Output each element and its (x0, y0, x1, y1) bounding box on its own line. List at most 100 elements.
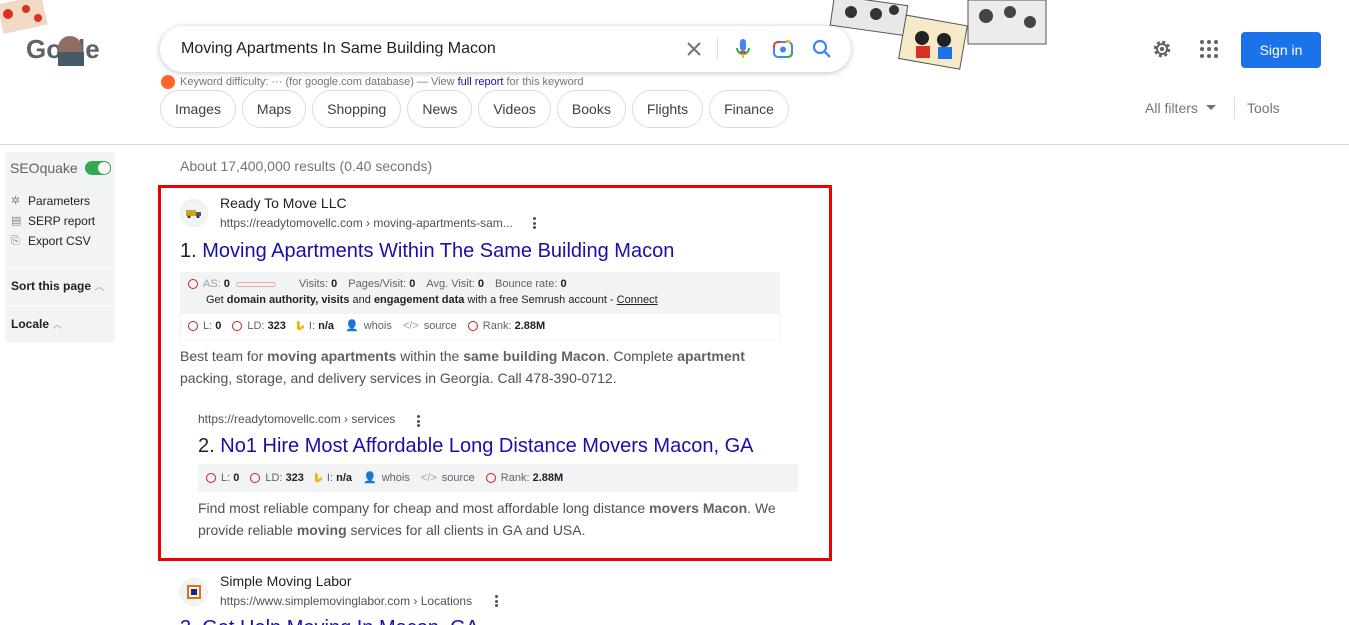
result-site-name[interactable]: Simple Moving Labor (220, 573, 352, 589)
tools-button[interactable]: Tools (1247, 100, 1280, 116)
result-site-name[interactable]: Ready To Move LLC (220, 195, 347, 211)
search-icon[interactable] (810, 37, 834, 61)
sort-this-page-toggle[interactable]: Sort this page ︿ (11, 278, 104, 293)
semrush-connect-line: Get domain authority, visits and engagem… (206, 294, 658, 306)
whois-link[interactable]: 👤 whois (363, 471, 410, 485)
locale-toggle[interactable]: Locale ︿ (11, 316, 62, 331)
person-icon: 👤 (345, 320, 359, 332)
code-icon: </> (402, 319, 419, 332)
google-doodle-logo[interactable]: Go le (0, 0, 120, 75)
tab-books[interactable]: Books (556, 90, 626, 128)
avg-visit-metric: Avg. Visit: 0 (426, 278, 485, 290)
kd-suffix: for this keyword (506, 76, 584, 88)
seoquake-metrics-bar: L: 0 LD: 323 I: n/a 👤 whois </> source Ran… (198, 464, 798, 492)
search-input[interactable]: Moving Apartments In Same Building Macon (181, 40, 496, 58)
doodle-illustrations (826, 0, 1056, 70)
all-filters-button[interactable]: All filters (1145, 100, 1216, 116)
chevron-up-icon: ︿ (52, 320, 63, 331)
search-divider (717, 38, 718, 60)
status-circle-icon (206, 472, 216, 483)
tab-news[interactable]: News (407, 90, 473, 128)
filters-divider (1234, 97, 1235, 119)
bing-icon (296, 320, 304, 331)
camera-icon[interactable] (771, 37, 795, 61)
tab-maps[interactable]: Maps (241, 90, 307, 128)
sign-in-button[interactable]: Sign in (1241, 32, 1321, 68)
gear-icon[interactable] (1150, 37, 1174, 61)
site-favicon[interactable] (180, 578, 208, 606)
export-icon: ⎘ (11, 234, 20, 247)
locale-label: Locale (11, 317, 50, 331)
result-snippet: Best team for moving apartments within t… (180, 348, 745, 386)
all-filters-label: All filters (1145, 100, 1198, 116)
serp-report-menu-item[interactable]: ▤ SERP report (11, 214, 95, 228)
site-favicon[interactable] (180, 199, 208, 227)
tab-images[interactable]: Images (160, 90, 236, 128)
sort-label: Sort this page (11, 279, 92, 293)
serp-report-label: SERP report (28, 214, 96, 228)
rank-metric[interactable]: Rank: 2.88M (467, 320, 545, 332)
rank-metric[interactable]: Rank: 2.88M (485, 472, 563, 484)
result-title-link[interactable]: 2. No1 Hire Most Affordable Long Distanc… (198, 435, 753, 458)
pages-visit-metric: Pages/Visit: 0 (348, 278, 416, 290)
result-title: Moving Apartments Within The Same Buildi… (202, 240, 675, 262)
visits-metric: Visits: 0 (298, 278, 338, 290)
connect-link[interactable]: Connect (617, 294, 658, 306)
l-metric[interactable]: L: 0 (188, 320, 221, 332)
search-tabs: Images Maps Shopping News Videos Books F… (160, 90, 789, 128)
source-link[interactable]: </> source (403, 320, 457, 332)
status-circle-icon (485, 472, 496, 483)
as-metric: AS: 0 (188, 278, 288, 290)
seoquake-toggle[interactable] (85, 161, 111, 175)
seoquake-panel: SEOquake ✲ Parameters ▤ SERP report ⎘ Ex… (5, 152, 115, 342)
tab-flights[interactable]: Flights (631, 90, 704, 128)
chevron-up-icon: ︿ (94, 282, 105, 293)
code-icon: </> (420, 471, 437, 484)
status-circle-icon (467, 320, 478, 331)
kd-prefix: Keyword difficulty: (180, 76, 269, 88)
apps-grid-icon[interactable] (1197, 37, 1221, 61)
bounce-rate-metric: Bounce rate: 0 (495, 278, 567, 290)
result-number: 1. (180, 240, 197, 262)
export-csv-menu-item[interactable]: ⎘ Export CSV (11, 234, 91, 248)
bing-index-metric[interactable]: I: n/a (314, 472, 352, 484)
svg-text:Go: Go (26, 34, 62, 64)
seoquake-title: SEOquake (10, 160, 78, 176)
tab-finance[interactable]: Finance (709, 90, 789, 128)
source-link[interactable]: </> source (421, 472, 475, 484)
result-snippet: Find most reliable company for cheap and… (198, 500, 776, 538)
result-title-link[interactable]: 3. Get Help Moving In Macon, GA (180, 617, 479, 625)
mic-icon[interactable] (731, 37, 755, 61)
ld-metric[interactable]: LD: 323 (250, 472, 304, 484)
result-url[interactable]: https://www.simplemovinglabor.com › Loca… (220, 594, 472, 608)
result-stats: About 17,400,000 results (0.40 seconds) (180, 158, 433, 174)
bing-index-metric[interactable]: I: n/a (296, 320, 334, 332)
more-options-icon[interactable] (412, 413, 424, 429)
kd-database: (for google.com database) — View (285, 76, 455, 88)
more-options-icon[interactable] (528, 215, 540, 231)
export-csv-label: Export CSV (28, 234, 91, 248)
status-circle-icon (188, 320, 198, 331)
result-url[interactable]: https://readytomovellc.com › moving-apar… (220, 216, 513, 230)
result-title: No1 Hire Most Affordable Long Distance M… (220, 435, 754, 457)
kd-value: ··· (271, 76, 283, 88)
tab-videos[interactable]: Videos (478, 90, 551, 128)
close-icon[interactable] (682, 37, 706, 61)
result-url[interactable]: https://readytomovellc.com › services (198, 412, 395, 426)
seoquake-divider (5, 267, 115, 268)
search-box[interactable]: Moving Apartments In Same Building Macon (160, 26, 851, 72)
parameters-label: Parameters (28, 194, 91, 208)
report-icon: ▤ (11, 214, 22, 227)
more-options-icon[interactable] (490, 593, 502, 609)
l-metric[interactable]: L: 0 (206, 472, 239, 484)
seoquake-metrics-bar: AS: 0 Visits: 0 Pages/Visit: 0 Avg. Visi… (180, 272, 780, 341)
header-divider (0, 144, 1349, 145)
result-title-link[interactable]: 1. Moving Apartments Within The Same Bui… (180, 240, 674, 263)
full-report-link[interactable]: full report (458, 76, 504, 88)
parameters-menu-item[interactable]: ✲ Parameters (11, 194, 90, 208)
keyword-difficulty-line: Keyword difficulty: ··· (for google.com … (161, 75, 584, 89)
bing-icon (314, 472, 322, 483)
whois-link[interactable]: 👤 whois (345, 319, 392, 333)
tab-shopping[interactable]: Shopping (312, 90, 402, 128)
ld-metric[interactable]: LD: 323 (232, 320, 286, 332)
